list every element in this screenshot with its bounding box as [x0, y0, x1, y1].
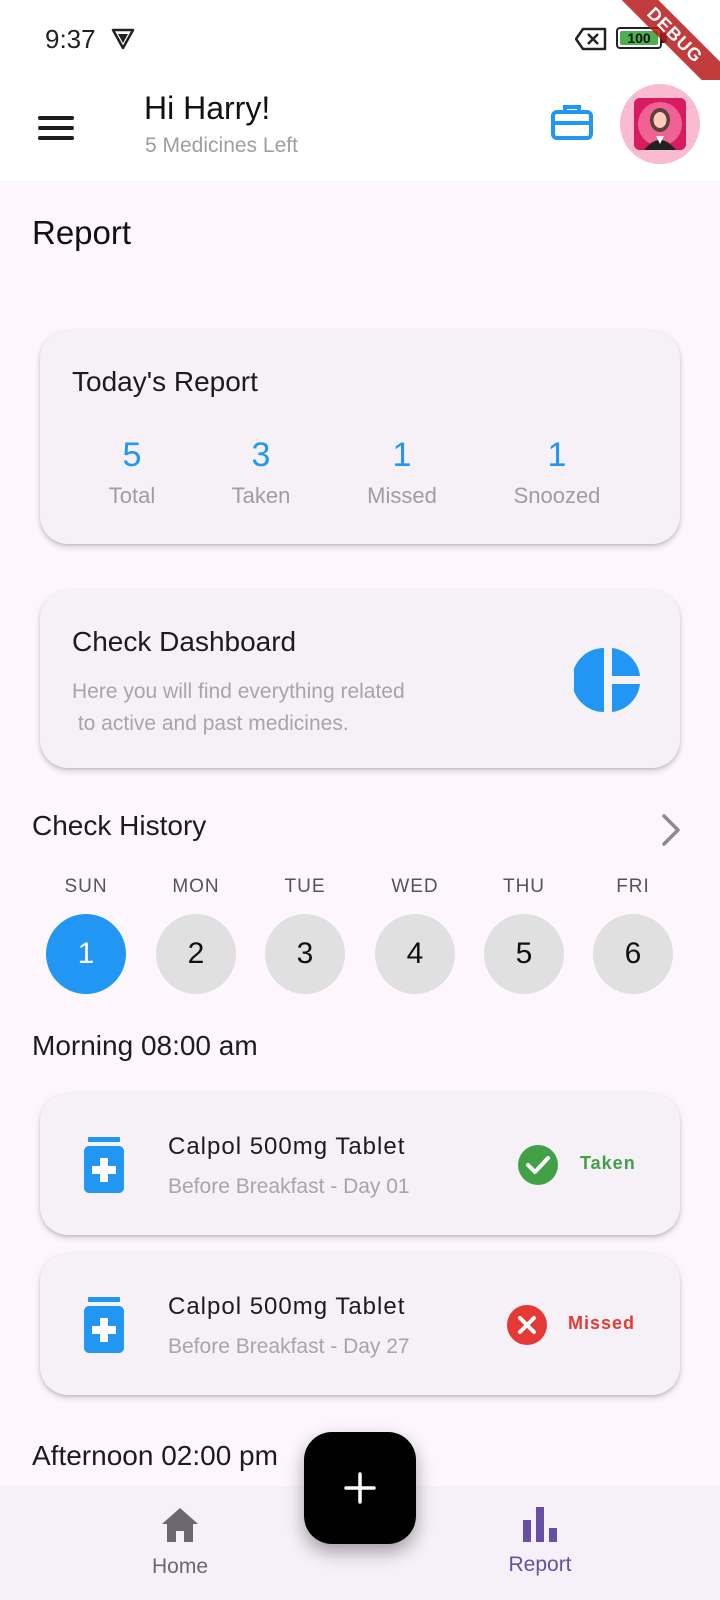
check-dashboard-title: Check Dashboard	[72, 626, 297, 657]
medicine-schedule: Before Breakfast - Day 27	[168, 1335, 410, 1358]
status-bar: 9:37 100 DEBUG	[0, 0, 720, 105]
nav-report[interactable]: Report	[470, 1506, 610, 1577]
stat-label: Taken	[231, 483, 291, 508]
stat-total: 5 Total	[62, 436, 202, 509]
history-day-wed[interactable]: WED 4	[375, 876, 455, 994]
briefcase-icon[interactable]	[550, 102, 594, 142]
day-label: SUN	[64, 876, 108, 897]
day-number[interactable]: 6	[593, 914, 673, 994]
todays-report-title: Today's Report	[72, 366, 258, 397]
stat-value: 1	[547, 436, 567, 474]
stat-label: Missed	[367, 483, 437, 508]
medicine-bottle-icon	[84, 1297, 124, 1353]
nav-home[interactable]: Home	[110, 1506, 250, 1579]
day-number[interactable]: 2	[156, 914, 236, 994]
menu-icon[interactable]	[36, 110, 76, 150]
medicine-name: Calpol 500mg Tablet	[168, 1293, 406, 1320]
medicine-schedule: Before Breakfast - Day 01	[168, 1175, 410, 1198]
app-bar: Hi Harry! 5 Medicines Left	[0, 80, 720, 180]
day-number[interactable]: 3	[265, 914, 345, 994]
morning-section-title: Morning 08:00 am	[32, 1030, 258, 1061]
plus-icon	[344, 1472, 376, 1504]
history-day-sun[interactable]: SUN 1	[46, 876, 126, 994]
check-circle-icon	[518, 1145, 558, 1185]
avatar	[634, 98, 686, 150]
greeting-title: Hi Harry!	[144, 90, 271, 126]
check-history-title: Check History	[32, 810, 207, 841]
stat-label: Snoozed	[513, 483, 601, 508]
day-number[interactable]: 4	[375, 914, 455, 994]
stat-value: 5	[122, 436, 142, 474]
nav-report-label: Report	[508, 1553, 572, 1576]
day-number[interactable]: 5	[484, 914, 564, 994]
pie-chart-icon	[574, 648, 640, 712]
medicine-bottle-icon	[84, 1137, 124, 1193]
history-day-mon[interactable]: MON 2	[156, 876, 236, 994]
home-icon	[162, 1508, 198, 1542]
medicines-left-subtitle: 5 Medicines Left	[145, 134, 298, 157]
status-time: 9:37	[45, 24, 96, 54]
day-label: MON	[172, 876, 220, 897]
day-label: THU	[502, 876, 546, 897]
page-title: Report	[32, 214, 132, 251]
day-label: WED	[391, 876, 439, 897]
chevron-right-icon[interactable]	[656, 812, 684, 848]
medicine-card[interactable]: Calpol 500mg Tablet Before Breakfast - D…	[40, 1253, 680, 1395]
check-dashboard-card[interactable]: Check Dashboard Here you will find every…	[40, 590, 680, 768]
afternoon-section-title: Afternoon 02:00 pm	[32, 1440, 278, 1471]
day-label: FRI	[616, 876, 650, 897]
history-day-tue[interactable]: TUE 3	[265, 876, 345, 994]
bar-chart-icon	[523, 1507, 557, 1542]
history-day-fri[interactable]: FRI 6	[593, 876, 673, 994]
nav-home-label: Home	[151, 1555, 209, 1578]
cancel-circle-icon	[507, 1305, 547, 1345]
vpn-shield-icon	[111, 28, 135, 50]
todays-report-card: Today's Report 5 Total 3 Taken 1 Missed …	[40, 330, 680, 544]
medicine-name: Calpol 500mg Tablet	[168, 1133, 406, 1160]
medicine-card[interactable]: Calpol 500mg Tablet Before Breakfast - D…	[40, 1093, 680, 1235]
stat-value: 1	[392, 436, 412, 474]
stat-snoozed: 1 Snoozed	[487, 436, 627, 509]
no-sim-icon	[575, 27, 607, 51]
history-day-thu[interactable]: THU 5	[484, 876, 564, 994]
status-missed-label: Missed	[568, 1313, 636, 1333]
day-label: TUE	[284, 876, 326, 897]
status-taken-label: Taken	[580, 1153, 636, 1173]
stat-missed: 1 Missed	[332, 436, 472, 509]
add-medicine-button[interactable]	[304, 1432, 416, 1544]
stat-value: 3	[251, 436, 271, 474]
stat-taken: 3 Taken	[191, 436, 331, 509]
stat-label: Total	[108, 483, 156, 508]
profile-avatar-button[interactable]	[620, 84, 700, 164]
day-number-selected[interactable]: 1	[46, 914, 126, 994]
check-dashboard-description: Here you will find everything related to…	[72, 680, 405, 735]
